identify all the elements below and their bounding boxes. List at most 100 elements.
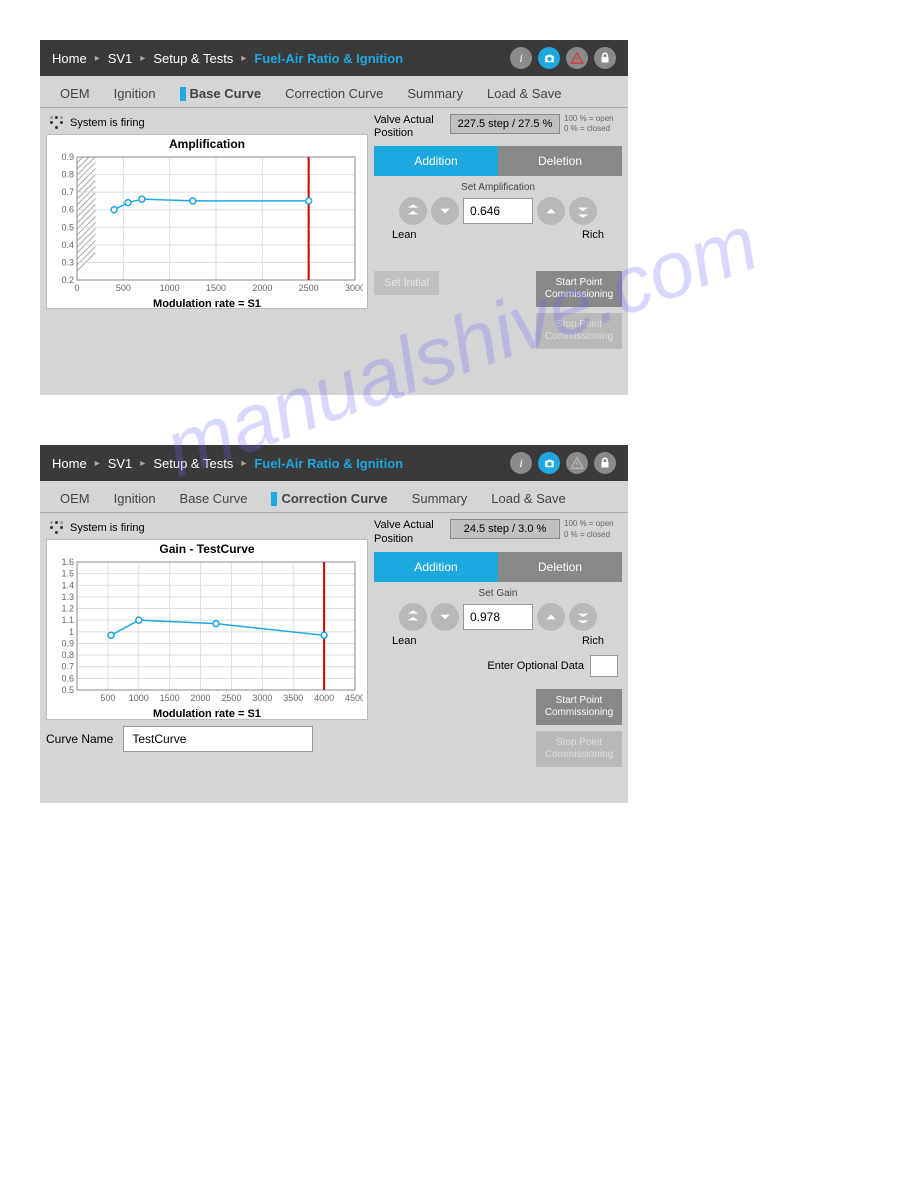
left-column: System is firing Amplification 0.20.30.4… <box>46 114 368 349</box>
svg-text:4500: 4500 <box>345 693 363 703</box>
bc-setup[interactable]: Setup & Tests <box>153 51 233 66</box>
bc-setup[interactable]: Setup & Tests <box>153 456 233 471</box>
tab-oem[interactable]: OEM <box>48 80 102 107</box>
deletion-button[interactable]: Deletion <box>498 146 622 176</box>
svg-text:0.9: 0.9 <box>61 639 74 649</box>
chart-title: Amplification <box>47 135 367 153</box>
svg-text:0.2: 0.2 <box>61 275 74 285</box>
svg-text:2500: 2500 <box>221 693 241 703</box>
warning-icon[interactable] <box>566 452 588 474</box>
tab-base-curve[interactable]: Base Curve <box>168 80 274 107</box>
camera-icon[interactable] <box>538 452 560 474</box>
tab-correction-curve[interactable]: Correction Curve <box>273 80 395 107</box>
right-column: Valve Actual Position 24.5 step / 3.0 % … <box>374 519 622 766</box>
status-text: System is firing <box>70 522 145 534</box>
active-tab-marker <box>180 87 186 101</box>
lock-icon[interactable] <box>594 452 616 474</box>
valve-label: Valve Actual Position <box>374 114 446 140</box>
info-icon[interactable]: i <box>510 452 532 474</box>
bc-sv1[interactable]: SV1 <box>108 51 133 66</box>
svg-text:0.6: 0.6 <box>61 674 74 684</box>
tab-summary[interactable]: Summary <box>395 80 475 107</box>
lean-fast-button[interactable] <box>399 197 427 225</box>
rich-label: Rich <box>582 229 604 241</box>
tab-correction-curve[interactable]: Correction Curve <box>259 485 399 512</box>
valve-closed-text: 0 % = closed <box>564 530 614 540</box>
tab-load-save[interactable]: Load & Save <box>479 485 577 512</box>
chart-svg: 0.20.30.40.50.60.70.80.90500100015002000… <box>47 153 363 298</box>
chevron-right-icon: ▸ <box>95 53 100 64</box>
camera-icon[interactable] <box>538 47 560 69</box>
tab-oem[interactable]: OEM <box>48 485 102 512</box>
curve-name-row: Curve Name <box>46 726 368 752</box>
svg-text:0: 0 <box>74 283 79 293</box>
chevron-right-icon: ▸ <box>241 53 246 64</box>
valve-row: Valve Actual Position 227.5 step / 27.5 … <box>374 114 622 140</box>
chart-amplification: Amplification 0.20.30.40.50.60.70.80.905… <box>46 134 368 309</box>
info-icon[interactable]: i <box>510 47 532 69</box>
firing-icon <box>50 521 64 535</box>
curve-name-label: Curve Name <box>46 732 113 746</box>
commission-buttons: Start Point Commissioning Stop Point Com… <box>536 689 622 767</box>
content: System is firing Gain - TestCurve 0.50.6… <box>40 513 628 772</box>
valve-closed-text: 0 % = closed <box>564 124 614 134</box>
bc-sv1[interactable]: SV1 <box>108 456 133 471</box>
breadcrumb: Home ▸ SV1 ▸ Setup & Tests ▸ Fuel-Air Ra… <box>52 51 510 66</box>
warning-icon[interactable] <box>566 47 588 69</box>
chart-gain: Gain - TestCurve 0.50.60.70.80.911.11.21… <box>46 539 368 720</box>
tabs: OEM Ignition Base Curve Correction Curve… <box>40 481 628 513</box>
svg-text:1.6: 1.6 <box>61 558 74 567</box>
chevron-right-icon: ▸ <box>140 458 145 469</box>
commission-buttons: Start Point Commissioning Stop Point Com… <box>536 271 622 349</box>
optional-data-row: Enter Optional Data <box>374 655 622 677</box>
tab-summary[interactable]: Summary <box>400 485 480 512</box>
addition-button[interactable]: Addition <box>374 552 498 582</box>
start-commissioning-button[interactable]: Start Point Commissioning <box>536 689 622 725</box>
tab-ignition[interactable]: Ignition <box>102 485 168 512</box>
chevron-right-icon: ▸ <box>241 458 246 469</box>
valve-legend: 100 % = open 0 % = closed <box>564 114 614 135</box>
mode-buttons: Addition Deletion <box>374 552 622 582</box>
rich-fast-button[interactable] <box>569 197 597 225</box>
header-bar: Home ▸ SV1 ▸ Setup & Tests ▸ Fuel-Air Ra… <box>40 445 628 481</box>
chevron-right-icon: ▸ <box>140 53 145 64</box>
start-commissioning-button[interactable]: Start Point Commissioning <box>536 271 622 307</box>
bc-home[interactable]: Home <box>52 51 87 66</box>
panel-base-curve: Home ▸ SV1 ▸ Setup & Tests ▸ Fuel-Air Ra… <box>40 40 628 395</box>
svg-text:1000: 1000 <box>129 693 149 703</box>
svg-text:0.8: 0.8 <box>61 650 74 660</box>
active-tab-marker <box>271 492 277 506</box>
gain-input[interactable] <box>463 604 533 630</box>
rich-button[interactable] <box>537 603 565 631</box>
breadcrumb: Home ▸ SV1 ▸ Setup & Tests ▸ Fuel-Air Ra… <box>52 456 510 471</box>
adjustment-row <box>374 197 622 225</box>
chart-xlabel: Modulation rate = S1 <box>47 708 367 720</box>
tab-load-save[interactable]: Load & Save <box>475 80 573 107</box>
svg-text:0.5: 0.5 <box>61 685 74 695</box>
rich-button[interactable] <box>537 197 565 225</box>
curve-name-input[interactable] <box>123 726 313 752</box>
stop-commissioning-button: Stop Point Commissioning <box>536 313 622 349</box>
set-label: Set Amplification <box>374 182 622 193</box>
lean-fast-button[interactable] <box>399 603 427 631</box>
deletion-button[interactable]: Deletion <box>498 552 622 582</box>
optional-data-input[interactable] <box>590 655 618 677</box>
svg-text:3000: 3000 <box>252 693 272 703</box>
tabs: OEM Ignition Base Curve Correction Curve… <box>40 76 628 108</box>
amplification-input[interactable] <box>463 198 533 224</box>
svg-text:1000: 1000 <box>160 283 180 293</box>
tab-base-curve[interactable]: Base Curve <box>168 485 260 512</box>
addition-button[interactable]: Addition <box>374 146 498 176</box>
tab-ignition[interactable]: Ignition <box>102 80 168 107</box>
lock-icon[interactable] <box>594 47 616 69</box>
svg-text:0.8: 0.8 <box>61 170 74 180</box>
rich-label: Rich <box>582 635 604 647</box>
svg-text:2500: 2500 <box>299 283 319 293</box>
svg-text:0.7: 0.7 <box>61 662 74 672</box>
status-text: System is firing <box>70 117 145 129</box>
mode-buttons: Addition Deletion <box>374 146 622 176</box>
rich-fast-button[interactable] <box>569 603 597 631</box>
lean-button[interactable] <box>431 603 459 631</box>
lean-button[interactable] <box>431 197 459 225</box>
bc-home[interactable]: Home <box>52 456 87 471</box>
